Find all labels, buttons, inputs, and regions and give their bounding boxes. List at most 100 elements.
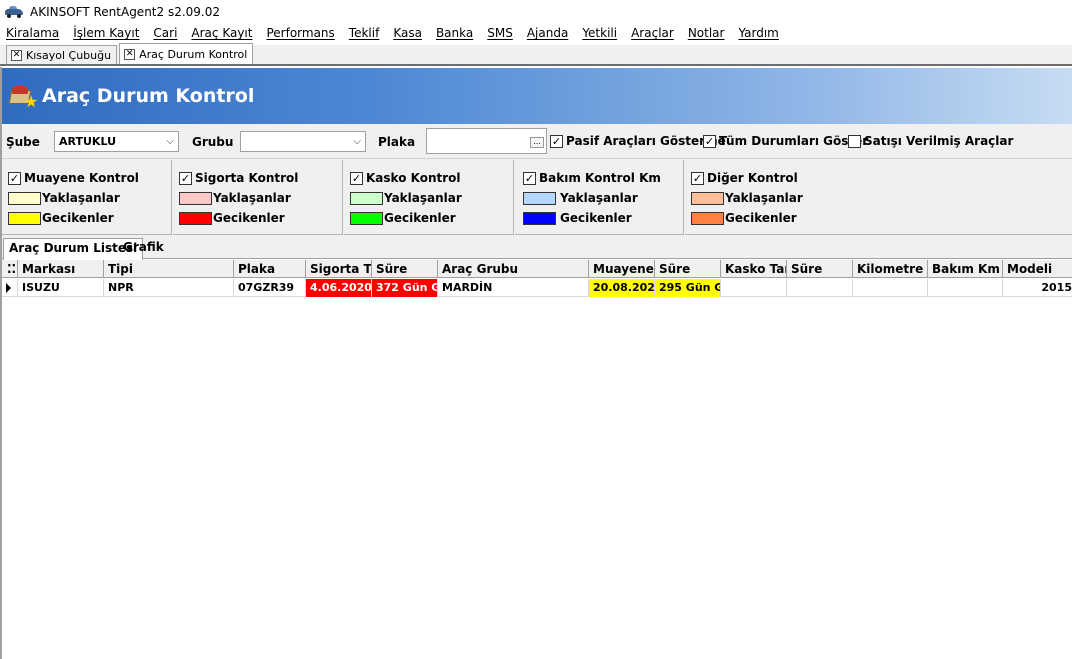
legend-muayene: ✓ Muayene Kontrol Yaklaşanlar Gecikenler: [2, 160, 172, 235]
subtab-strip: Araç Durum Listesi Grafik: [2, 236, 1072, 260]
legend-label: Yaklaşanlar: [725, 191, 803, 205]
cell-tipi[interactable]: NPR: [104, 279, 234, 297]
legend-label: Gecikenler: [725, 211, 797, 225]
legend-yaklasan: Yaklaşanlar: [350, 191, 462, 205]
kasko-kontrol-checkbox[interactable]: ✓ Kasko Kontrol: [350, 171, 461, 185]
pasif-label: Pasif Araçları Gösterme: [566, 134, 726, 148]
plaka-label: Plaka: [378, 135, 416, 149]
color-swatch[interactable]: [350, 211, 383, 225]
ellipsis-button[interactable]: ...: [530, 137, 544, 148]
sube-select[interactable]: ARTUKLU ⌵: [54, 131, 179, 152]
page-banner: ★ Araç Durum Kontrol: [2, 68, 1072, 124]
plaka-input[interactable]: ...: [426, 128, 547, 154]
column-header[interactable]: Kasko Tar.: [721, 260, 787, 278]
muayene-kontrol-checkbox[interactable]: ✓ Muayene Kontrol: [8, 171, 139, 185]
cell-plaka[interactable]: 07GZR39: [234, 279, 306, 297]
satis-label: Satışı Verilmiş Araçlar: [864, 134, 1014, 148]
cell-bakim-km[interactable]: [928, 279, 1003, 297]
menu-ajanda[interactable]: Ajanda: [527, 26, 568, 40]
checkbox-empty-icon: [848, 134, 861, 148]
menu-banka[interactable]: Banka: [436, 26, 473, 40]
bakim-kontrol-checkbox[interactable]: ✓ Bakım Kontrol Km: [523, 171, 661, 185]
color-swatch[interactable]: [8, 211, 41, 225]
cell-kasko-sure[interactable]: [787, 279, 853, 297]
legend-label: Yaklaşanlar: [384, 191, 462, 205]
cell-kasko-tarih[interactable]: [721, 279, 787, 297]
close-icon[interactable]: ✕: [11, 49, 22, 61]
checkmark-icon: ✓: [523, 171, 536, 185]
grid-header: ⁚⁚ Markası Tipi Plaka Sigorta T... Süre …: [2, 260, 1072, 278]
menu-arac-kayit[interactable]: Araç Kayıt: [191, 26, 252, 40]
cell-modeli[interactable]: 2015: [1003, 279, 1072, 297]
column-header[interactable]: Araç Grubu: [438, 260, 589, 278]
cell-marka[interactable]: ISUZU: [18, 279, 104, 297]
color-swatch[interactable]: [179, 191, 212, 205]
menu-yardim[interactable]: Yardım: [738, 26, 778, 40]
cell-sigorta-tarih[interactable]: 4.06.2020: [306, 279, 372, 297]
color-swatch[interactable]: [523, 191, 556, 205]
legend-geciken: Gecikenler: [179, 211, 285, 225]
menu-notlar[interactable]: Notlar: [688, 26, 725, 40]
color-swatch[interactable]: [179, 211, 212, 225]
legend-title: Sigorta Kontrol: [195, 171, 299, 185]
cell-muayene-tarih[interactable]: 20.08.2020: [589, 279, 655, 297]
diger-kontrol-checkbox[interactable]: ✓ Diğer Kontrol: [691, 171, 798, 185]
grubu-select[interactable]: ⌵: [240, 131, 366, 152]
color-swatch[interactable]: [523, 211, 556, 225]
legend-label: Yaklaşanlar: [213, 191, 291, 205]
column-header[interactable]: Modeli: [1003, 260, 1072, 278]
tab-arac-durum-kontrol[interactable]: ✕ Araç Durum Kontrol: [119, 43, 254, 64]
cell-arac-grubu[interactable]: MARDİN: [438, 279, 589, 297]
menu-islem-kayit[interactable]: İşlem Kayıt: [73, 26, 139, 40]
legend-geciken: Gecikenler: [350, 211, 456, 225]
menu-yetkili[interactable]: Yetkili: [582, 26, 617, 40]
legend-bakim: ✓ Bakım Kontrol Km Yaklaşanlar Gecikenle…: [515, 160, 684, 235]
pasif-araclar-checkbox[interactable]: ✓ Pasif Araçları Gösterme: [550, 134, 726, 148]
column-header[interactable]: Muayene...: [589, 260, 655, 278]
chevron-down-icon[interactable]: ⌵: [353, 132, 361, 151]
grid-corner-icon[interactable]: ⁚⁚: [2, 260, 18, 278]
menu-araclar[interactable]: Araçlar: [631, 26, 674, 40]
sigorta-kontrol-checkbox[interactable]: ✓ Sigorta Kontrol: [179, 171, 298, 185]
column-header[interactable]: Markası: [18, 260, 104, 278]
table-row[interactable]: ISUZU NPR 07GZR39 4.06.2020 372 Gün Ge M…: [2, 279, 1072, 297]
tab-label: Kısayol Çubuğu: [26, 48, 112, 62]
column-header[interactable]: Kilometre: [853, 260, 928, 278]
legend-label: Gecikenler: [213, 211, 285, 225]
column-header[interactable]: Süre: [787, 260, 853, 278]
tum-durumlar-checkbox[interactable]: ✓ Tüm Durumları Göster: [703, 134, 868, 148]
legend-yaklasan: Yaklaşanlar: [523, 191, 638, 205]
checkmark-icon: ✓: [8, 171, 21, 185]
column-header[interactable]: Plaka: [234, 260, 306, 278]
close-icon[interactable]: ✕: [124, 48, 136, 60]
menu-performans[interactable]: Performans: [266, 26, 334, 40]
color-swatch[interactable]: [350, 191, 383, 205]
color-swatch[interactable]: [8, 191, 41, 205]
column-header[interactable]: Süre: [655, 260, 721, 278]
menu-kasa[interactable]: Kasa: [393, 26, 422, 40]
cell-sigorta-sure[interactable]: 372 Gün Ge: [372, 279, 438, 297]
cell-muayene-sure[interactable]: 295 Gün Ge: [655, 279, 721, 297]
checkmark-icon: ✓: [179, 171, 192, 185]
legend-label: Gecikenler: [560, 211, 632, 225]
legend-title: Diğer Kontrol: [707, 171, 798, 185]
legend-label: Gecikenler: [42, 211, 114, 225]
satis-verilmis-checkbox[interactable]: Satışı Verilmiş Araçlar: [848, 134, 1013, 148]
color-swatch[interactable]: [691, 211, 724, 225]
column-header[interactable]: Süre: [372, 260, 438, 278]
legend-yaklasan: Yaklaşanlar: [8, 191, 120, 205]
menu-kiralama[interactable]: Kiralama: [6, 26, 59, 40]
column-header[interactable]: Sigorta T...: [306, 260, 372, 278]
tab-kisayol-cubugu[interactable]: ✕ Kısayol Çubuğu: [6, 45, 118, 64]
menu-sms[interactable]: SMS: [487, 26, 513, 40]
column-header[interactable]: Bakım Km: [928, 260, 1003, 278]
cell-kilometre[interactable]: [853, 279, 928, 297]
checkmark-icon: ✓: [550, 134, 563, 148]
color-swatch[interactable]: [691, 191, 724, 205]
menu-teklif[interactable]: Teklif: [349, 26, 380, 40]
menu-cari[interactable]: Cari: [153, 26, 177, 40]
tab-grafik[interactable]: Grafik: [118, 238, 169, 259]
legend-label: Gecikenler: [384, 211, 456, 225]
column-header[interactable]: Tipi: [104, 260, 234, 278]
chevron-down-icon[interactable]: ⌵: [166, 132, 174, 151]
